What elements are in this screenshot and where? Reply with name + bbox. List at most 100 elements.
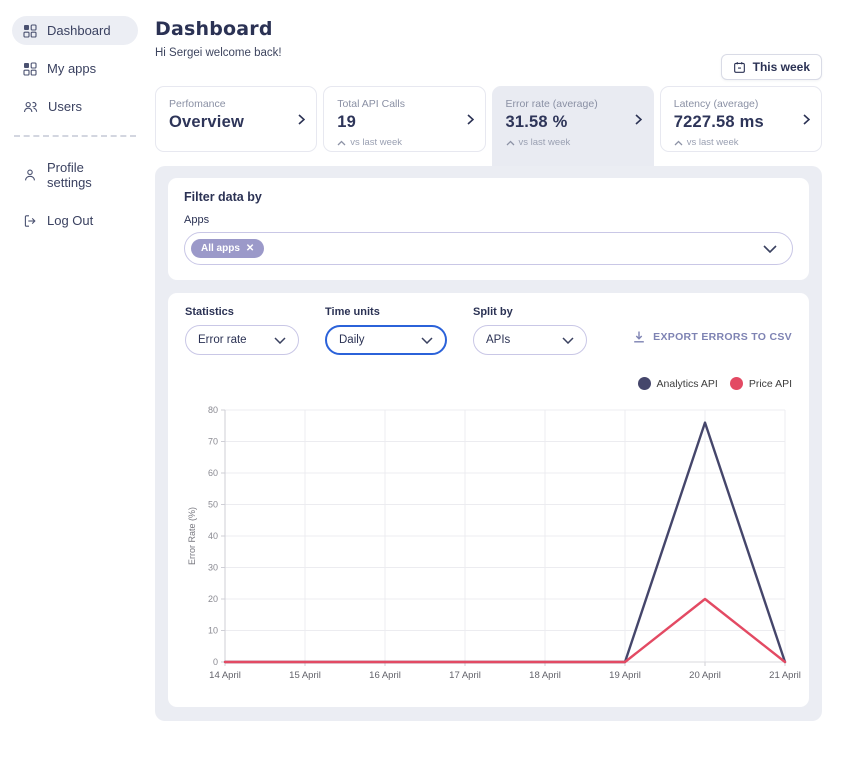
calendar-icon	[733, 61, 746, 74]
legend-dot-icon	[638, 377, 651, 390]
split-by-select[interactable]: APIs	[473, 325, 587, 355]
trend-up-icon	[506, 140, 515, 146]
error-chart: 0 10 20 30 40 50 60 70 80 14 April 15 April 16 Apri…	[185, 400, 816, 692]
svg-text:40: 40	[208, 531, 218, 541]
chevron-down-icon	[421, 337, 433, 344]
apps-filter-label: Apps	[184, 214, 793, 226]
svg-text:50: 50	[208, 500, 218, 510]
export-csv-button[interactable]: EXPORT ERRORS TO CSV	[632, 330, 792, 344]
trend-up-icon	[337, 140, 346, 146]
stat-card-label: Perfomance	[169, 98, 303, 110]
chart-legend: Analytics API Price API	[185, 377, 792, 390]
sidebar-divider	[14, 135, 136, 137]
time-units-control: Time units Daily	[325, 306, 447, 355]
statistics-control: Statistics Error rate	[185, 306, 299, 355]
stat-card-value: 19	[337, 113, 471, 132]
stat-card-value: 7227.58 ms	[674, 113, 808, 132]
statistics-value: Error rate	[198, 334, 247, 346]
stat-card-compare: vs last week	[337, 137, 471, 148]
svg-text:0: 0	[213, 657, 218, 667]
chevron-down-icon	[763, 245, 777, 253]
main-content: Dashboard Hi Sergei welcome back! This w…	[155, 0, 822, 721]
split-by-control: Split by APIs	[473, 306, 587, 355]
svg-text:Error Rate (%): Error Rate (%)	[187, 507, 197, 565]
stat-card-value: 31.58 %	[506, 113, 640, 132]
stat-card-value: Overview	[169, 113, 303, 132]
svg-text:21 April: 21 April	[769, 670, 801, 681]
close-icon[interactable]: ✕	[246, 244, 254, 254]
this-week-label: This week	[753, 60, 810, 74]
logout-icon	[23, 214, 37, 228]
statistics-select[interactable]: Error rate	[185, 325, 299, 355]
svg-text:18 April: 18 April	[529, 670, 561, 681]
chevron-down-icon	[274, 337, 286, 344]
legend-label: Analytics API	[657, 378, 718, 390]
legend-item: Analytics API	[638, 377, 718, 390]
chart-controls: Statistics Error rate Time units Daily S…	[185, 306, 792, 355]
compare-label: vs last week	[350, 137, 402, 148]
sidebar-item-dashboard[interactable]: Dashboard	[12, 16, 138, 45]
dashboard-panel: Filter data by Apps All apps ✕ Statistic…	[155, 166, 822, 721]
compare-label: vs last week	[687, 137, 739, 148]
stat-card-latency[interactable]: Latency (average) 7227.58 ms vs last wee…	[660, 86, 822, 152]
chart-card: Statistics Error rate Time units Daily S…	[168, 293, 809, 707]
chevron-right-icon	[635, 114, 642, 125]
stat-card-label: Total API Calls	[337, 98, 471, 110]
person-icon	[23, 168, 37, 182]
sidebar-item-label: Users	[48, 99, 82, 114]
svg-text:60: 60	[208, 468, 218, 478]
stat-card-label: Error rate (average)	[506, 98, 640, 110]
svg-text:10: 10	[208, 626, 218, 636]
svg-text:20 April: 20 April	[689, 670, 721, 681]
svg-text:16 April: 16 April	[369, 670, 401, 681]
stat-card-performance[interactable]: Perfomance Overview	[155, 86, 317, 152]
all-apps-chip[interactable]: All apps ✕	[191, 239, 264, 258]
svg-text:19 April: 19 April	[609, 670, 641, 681]
users-icon	[23, 100, 38, 114]
time-units-value: Daily	[339, 334, 365, 346]
time-units-select[interactable]: Daily	[325, 325, 447, 355]
page-header: Dashboard Hi Sergei welcome back! This w…	[155, 0, 822, 59]
sidebar-item-label: Profile settings	[47, 160, 127, 190]
chevron-right-icon	[467, 114, 474, 125]
split-by-label: Split by	[473, 306, 587, 318]
filter-card: Filter data by Apps All apps ✕	[168, 178, 809, 280]
chart-area: 0 10 20 30 40 50 60 70 80 14 April 15 April 16 Apri…	[185, 400, 792, 697]
sidebar-item-my-apps[interactable]: My apps	[12, 54, 138, 83]
legend-dot-icon	[730, 377, 743, 390]
sidebar-item-users[interactable]: Users	[12, 92, 138, 121]
svg-text:15 April: 15 April	[289, 670, 321, 681]
statistics-label: Statistics	[185, 306, 299, 318]
svg-text:20: 20	[208, 594, 218, 604]
stat-card-label: Latency (average)	[674, 98, 808, 110]
sidebar: Dashboard My apps Users Profile settings	[0, 0, 150, 782]
svg-text:80: 80	[208, 405, 218, 415]
trend-up-icon	[674, 140, 683, 146]
svg-text:70: 70	[208, 437, 218, 447]
stat-card-total-api-calls[interactable]: Total API Calls 19 vs last week	[323, 86, 485, 152]
grid-icon	[23, 62, 37, 76]
time-units-label: Time units	[325, 306, 447, 318]
legend-item: Price API	[730, 377, 792, 390]
grid-icon	[23, 24, 37, 38]
download-icon	[632, 330, 646, 344]
stat-card-compare: vs last week	[506, 137, 640, 148]
sidebar-item-log-out[interactable]: Log Out	[12, 206, 138, 235]
stat-card-error-rate[interactable]: Error rate (average) 31.58 % vs last wee…	[492, 86, 654, 166]
filter-title: Filter data by	[184, 190, 793, 204]
sidebar-item-label: Dashboard	[47, 23, 111, 38]
legend-label: Price API	[749, 378, 792, 390]
sidebar-item-profile-settings[interactable]: Profile settings	[12, 153, 138, 197]
this-week-button[interactable]: This week	[721, 54, 822, 80]
compare-label: vs last week	[519, 137, 571, 148]
chevron-down-icon	[562, 337, 574, 344]
svg-text:30: 30	[208, 563, 218, 573]
stat-card-compare: vs last week	[674, 137, 808, 148]
apps-multiselect[interactable]: All apps ✕	[184, 232, 793, 265]
split-by-value: APIs	[486, 334, 510, 346]
svg-text:14 April: 14 April	[209, 670, 241, 681]
chip-label: All apps	[201, 243, 240, 254]
svg-text:17 April: 17 April	[449, 670, 481, 681]
sidebar-item-label: My apps	[47, 61, 96, 76]
chevron-right-icon	[298, 114, 305, 125]
